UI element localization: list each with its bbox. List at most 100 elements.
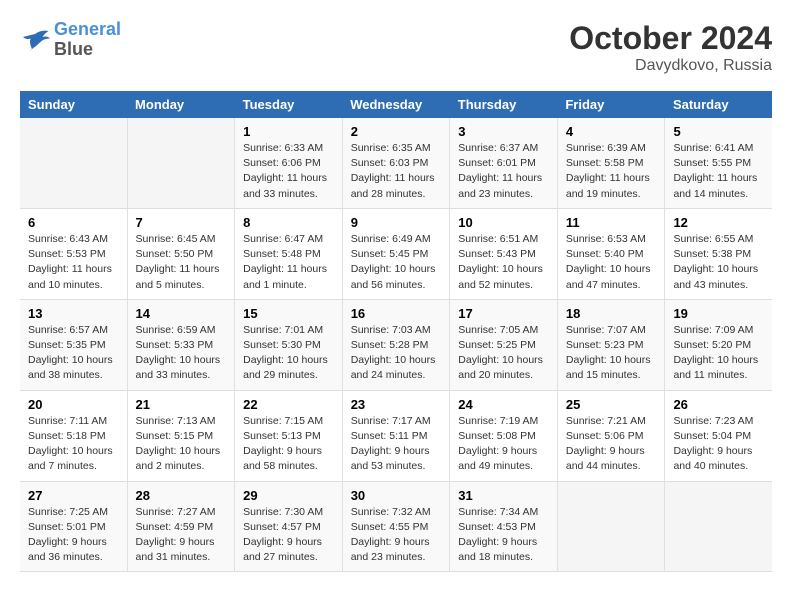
day-info: Sunrise: 6:55 AM Sunset: 5:38 PM Dayligh…: [673, 232, 764, 293]
calendar-subtitle: Davydkovo, Russia: [569, 57, 772, 75]
day-info: Sunrise: 7:11 AM Sunset: 5:18 PM Dayligh…: [28, 414, 119, 475]
calendar-cell: 25Sunrise: 7:21 AM Sunset: 5:06 PM Dayli…: [557, 390, 665, 481]
day-number: 22: [243, 397, 334, 412]
calendar-cell: 21Sunrise: 7:13 AM Sunset: 5:15 PM Dayli…: [127, 390, 235, 481]
calendar-title: October 2024: [569, 20, 772, 57]
day-info: Sunrise: 7:03 AM Sunset: 5:28 PM Dayligh…: [351, 323, 442, 384]
day-number: 31: [458, 488, 549, 503]
day-number: 26: [673, 397, 764, 412]
calendar-week-row: 27 Sunrise: 7:25 AM Sunset: 5:01 PM Dayli…: [20, 481, 772, 572]
logo-icon: [20, 28, 50, 52]
day-number: 18: [566, 306, 657, 321]
calendar-cell: 19 Sunrise: 7:09 AM Sunset: 5:20 PM Dayli…: [665, 299, 772, 390]
weekday-header: Saturday: [665, 91, 772, 118]
logo: General Blue: [20, 20, 121, 60]
day-info: Sunrise: 7:01 AM Sunset: 5:30 PM Dayligh…: [243, 323, 334, 384]
day-number: 17: [458, 306, 549, 321]
calendar-cell: 17 Sunrise: 7:05 AM Sunset: 5:25 PM Dayli…: [450, 299, 558, 390]
calendar-cell: [20, 118, 127, 208]
calendar-cell: 28 Sunrise: 7:27 AM Sunset: 4:59 PM Dayli…: [127, 481, 235, 572]
calendar-cell: 13 Sunrise: 6:57 AM Sunset: 5:35 PM Dayli…: [20, 299, 127, 390]
calendar-cell: 22 Sunrise: 7:15 AM Sunset: 5:13 PM Dayli…: [235, 390, 343, 481]
day-info: Sunrise: 7:25 AM Sunset: 5:01 PM Dayligh…: [28, 505, 119, 566]
day-number: 15: [243, 306, 334, 321]
calendar-cell: 4Sunrise: 6:39 AM Sunset: 5:58 PM Daylig…: [557, 118, 665, 208]
calendar-cell: [665, 481, 772, 572]
day-number: 24: [458, 397, 549, 412]
calendar-table: SundayMondayTuesdayWednesdayThursdayFrid…: [20, 91, 772, 572]
day-number: 7: [136, 215, 227, 230]
logo-text: General Blue: [54, 20, 121, 60]
weekday-header: Tuesday: [235, 91, 343, 118]
day-number: 5: [673, 124, 764, 139]
calendar-cell: 10 Sunrise: 6:51 AM Sunset: 5:43 PM Dayli…: [450, 208, 558, 299]
day-info: Sunrise: 6:49 AM Sunset: 5:45 PM Dayligh…: [351, 232, 442, 293]
day-info: Sunrise: 6:37 AM Sunset: 6:01 PM Dayligh…: [458, 141, 549, 202]
day-number: 13: [28, 306, 119, 321]
day-info: Sunrise: 7:32 AM Sunset: 4:55 PM Dayligh…: [351, 505, 442, 566]
day-info: Sunrise: 6:35 AM Sunset: 6:03 PM Dayligh…: [351, 141, 442, 202]
calendar-cell: 1 Sunrise: 6:33 AM Sunset: 6:06 PM Daylig…: [235, 118, 343, 208]
weekday-header: Thursday: [450, 91, 558, 118]
day-info: Sunrise: 6:39 AM Sunset: 5:58 PM Dayligh…: [566, 141, 657, 202]
calendar-cell: 2 Sunrise: 6:35 AM Sunset: 6:03 PM Daylig…: [342, 118, 450, 208]
day-info: Sunrise: 7:27 AM Sunset: 4:59 PM Dayligh…: [136, 505, 227, 566]
day-number: 16: [351, 306, 442, 321]
day-number: 2: [351, 124, 442, 139]
day-info: Sunrise: 7:07 AM Sunset: 5:23 PM Dayligh…: [566, 323, 657, 384]
calendar-cell: 6 Sunrise: 6:43 AM Sunset: 5:53 PM Daylig…: [20, 208, 127, 299]
day-number: 28: [136, 488, 227, 503]
day-number: 6: [28, 215, 119, 230]
day-info: Sunrise: 6:57 AM Sunset: 5:35 PM Dayligh…: [28, 323, 119, 384]
calendar-cell: 24 Sunrise: 7:19 AM Sunset: 5:08 PM Dayli…: [450, 390, 558, 481]
day-number: 21: [136, 397, 227, 412]
day-number: 14: [136, 306, 227, 321]
calendar-cell: 11 Sunrise: 6:53 AM Sunset: 5:40 PM Dayli…: [557, 208, 665, 299]
day-info: Sunrise: 6:51 AM Sunset: 5:43 PM Dayligh…: [458, 232, 549, 293]
calendar-cell: 31Sunrise: 7:34 AM Sunset: 4:53 PM Dayli…: [450, 481, 558, 572]
weekday-header-row: SundayMondayTuesdayWednesdayThursdayFrid…: [20, 91, 772, 118]
day-info: Sunrise: 7:05 AM Sunset: 5:25 PM Dayligh…: [458, 323, 549, 384]
day-number: 12: [673, 215, 764, 230]
calendar-week-row: 20 Sunrise: 7:11 AM Sunset: 5:18 PM Dayli…: [20, 390, 772, 481]
day-info: Sunrise: 6:43 AM Sunset: 5:53 PM Dayligh…: [28, 232, 119, 293]
day-number: 27: [28, 488, 119, 503]
day-number: 23: [351, 397, 442, 412]
day-info: Sunrise: 6:33 AM Sunset: 6:06 PM Dayligh…: [243, 141, 334, 202]
calendar-cell: 26Sunrise: 7:23 AM Sunset: 5:04 PM Dayli…: [665, 390, 772, 481]
calendar-cell: 12 Sunrise: 6:55 AM Sunset: 5:38 PM Dayli…: [665, 208, 772, 299]
calendar-cell: 15 Sunrise: 7:01 AM Sunset: 5:30 PM Dayli…: [235, 299, 343, 390]
day-number: 9: [351, 215, 442, 230]
day-info: Sunrise: 7:17 AM Sunset: 5:11 PM Dayligh…: [351, 414, 442, 475]
day-info: Sunrise: 6:59 AM Sunset: 5:33 PM Dayligh…: [136, 323, 227, 384]
day-info: Sunrise: 6:47 AM Sunset: 5:48 PM Dayligh…: [243, 232, 334, 293]
day-number: 10: [458, 215, 549, 230]
day-number: 1: [243, 124, 334, 139]
day-number: 3: [458, 124, 549, 139]
weekday-header: Wednesday: [342, 91, 450, 118]
calendar-cell: 27 Sunrise: 7:25 AM Sunset: 5:01 PM Dayli…: [20, 481, 127, 572]
calendar-cell: 8 Sunrise: 6:47 AM Sunset: 5:48 PM Daylig…: [235, 208, 343, 299]
calendar-cell: 20 Sunrise: 7:11 AM Sunset: 5:18 PM Dayli…: [20, 390, 127, 481]
day-info: Sunrise: 6:53 AM Sunset: 5:40 PM Dayligh…: [566, 232, 657, 293]
day-number: 8: [243, 215, 334, 230]
day-info: Sunrise: 7:09 AM Sunset: 5:20 PM Dayligh…: [673, 323, 764, 384]
calendar-cell: 16 Sunrise: 7:03 AM Sunset: 5:28 PM Dayli…: [342, 299, 450, 390]
day-info: Sunrise: 7:30 AM Sunset: 4:57 PM Dayligh…: [243, 505, 334, 566]
calendar-cell: 23 Sunrise: 7:17 AM Sunset: 5:11 PM Dayli…: [342, 390, 450, 481]
calendar-cell: 9 Sunrise: 6:49 AM Sunset: 5:45 PM Daylig…: [342, 208, 450, 299]
day-number: 20: [28, 397, 119, 412]
calendar-cell: 5Sunrise: 6:41 AM Sunset: 5:55 PM Daylig…: [665, 118, 772, 208]
day-number: 19: [673, 306, 764, 321]
calendar-cell: 3 Sunrise: 6:37 AM Sunset: 6:01 PM Daylig…: [450, 118, 558, 208]
day-info: Sunrise: 7:19 AM Sunset: 5:08 PM Dayligh…: [458, 414, 549, 475]
calendar-cell: [127, 118, 235, 208]
calendar-cell: 14 Sunrise: 6:59 AM Sunset: 5:33 PM Dayli…: [127, 299, 235, 390]
calendar-cell: 30Sunrise: 7:32 AM Sunset: 4:55 PM Dayli…: [342, 481, 450, 572]
page-header: General Blue October 2024 Davydkovo, Rus…: [20, 20, 772, 75]
weekday-header: Friday: [557, 91, 665, 118]
day-info: Sunrise: 7:15 AM Sunset: 5:13 PM Dayligh…: [243, 414, 334, 475]
day-number: 11: [566, 215, 657, 230]
calendar-cell: [557, 481, 665, 572]
weekday-header: Monday: [127, 91, 235, 118]
